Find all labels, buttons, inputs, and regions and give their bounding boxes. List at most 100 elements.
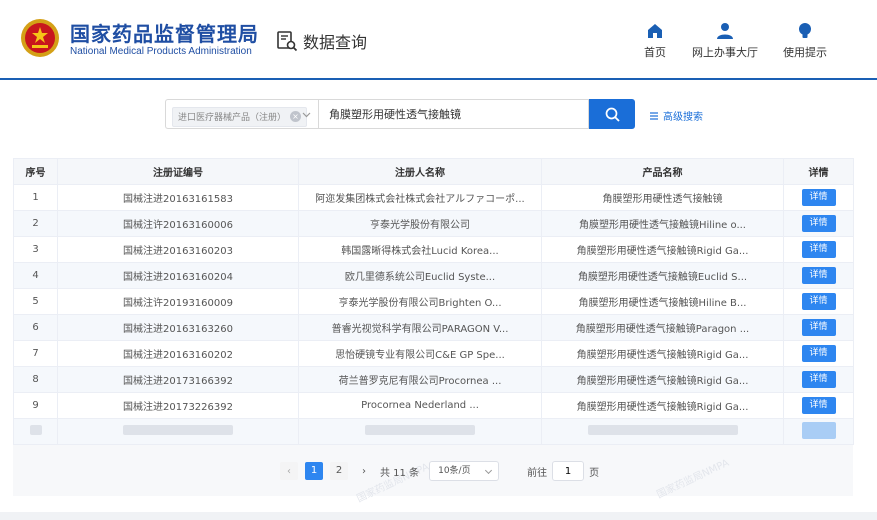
cell-product: 角膜塑形用硬性透气接触镜Rigid Ga... (541, 340, 784, 367)
table-row: 4 国械注进20163160204 欧几里德系统公司Euclid Syste..… (13, 262, 854, 289)
org-name-cn: 国家药品监督管理局 (70, 22, 259, 46)
table-row: 7 国械注进20163160202 思怡硬镜专业有限公司C&E GP Spe..… (13, 340, 854, 367)
cell-product: 角膜塑形用硬性透气接触镜 (541, 184, 784, 211)
search-icon (605, 107, 620, 122)
detail-button[interactable]: 详情 (801, 371, 836, 388)
page-size-select[interactable]: 10条/页 (429, 461, 500, 481)
cell-cert: 国械注进20163160203 (57, 236, 299, 263)
nav-online-service-hall[interactable]: 网上办事大厅 (690, 22, 760, 60)
cell-obscured (298, 418, 542, 445)
detail-button[interactable]: 详情 (801, 397, 836, 414)
cell-no: 4 (13, 262, 58, 289)
search-bar: 进口医疗器械产品（注册） × (165, 99, 635, 129)
cell-registrant: Procornea Nederland ... (298, 392, 542, 419)
search-input[interactable] (319, 99, 589, 129)
cell-registrant: 亨泰光学股份有限公司Brighten O... (298, 288, 542, 315)
cell-detail: 详情 (783, 184, 854, 211)
cell-detail: 详情 (783, 210, 854, 237)
nav-usage-tips[interactable]: 使用提示 (780, 22, 830, 60)
cell-detail: 详情 (783, 392, 854, 419)
nav-help-label: 使用提示 (783, 46, 827, 59)
search-button[interactable] (589, 99, 635, 129)
cell-cert: 国械注进20163161583 (57, 184, 299, 211)
advanced-search-link[interactable]: 高级搜索 (649, 108, 703, 123)
cell-obscured (57, 418, 299, 445)
cell-product: 角膜塑形用硬性透气接触镜Rigid Ga... (541, 236, 784, 263)
category-select[interactable]: 进口医疗器械产品（注册） × (165, 99, 318, 129)
bulb-icon (799, 23, 811, 38)
cell-registrant: 荷兰普罗克尼有限公司Procornea ... (298, 366, 542, 393)
filter-icon (650, 111, 658, 120)
cell-product: 角膜塑形用硬性透气接触镜Euclid S... (541, 262, 784, 289)
national-emblem-icon (21, 19, 59, 57)
goto-page-input[interactable] (552, 461, 585, 481)
cell-cert: 国械注进20163160202 (57, 340, 299, 367)
cell-registrant: 思怡硬镜专业有限公司C&E GP Spe... (298, 340, 542, 367)
detail-button[interactable]: 详情 (801, 345, 836, 362)
data-query-icon (277, 31, 298, 52)
cell-registrant: 阿迩发集团株式会社株式会社アルファコーポ... (298, 184, 542, 211)
results-table: 序号 注册证编号 注册人名称 产品名称 详情 1 国械注进20163161583… (13, 158, 854, 445)
detail-button[interactable]: 详情 (801, 319, 836, 336)
cell-product: 角膜塑形用硬性透气接触镜Hiline B... (541, 288, 784, 315)
detail-button[interactable]: 详情 (801, 267, 836, 284)
cell-cert: 国械注许20193160009 (57, 288, 299, 315)
obscured-bar (123, 425, 233, 435)
page-unit-label: 页 (589, 467, 600, 479)
page-footer-strip (0, 512, 877, 520)
cell-no: 1 (13, 184, 58, 211)
col-header-cert: 注册证编号 (57, 158, 299, 185)
category-tag: 进口医疗器械产品（注册） × (172, 106, 308, 127)
page-2-button[interactable]: 2 (330, 462, 348, 480)
col-header-product: 产品名称 (541, 158, 784, 185)
cell-no: 7 (13, 340, 58, 367)
detail-button[interactable]: 详情 (801, 293, 836, 310)
tag-close-icon[interactable]: × (290, 111, 302, 122)
next-page-button[interactable]: › (355, 462, 373, 480)
cell-detail: 详情 (783, 366, 854, 393)
page-1-button[interactable]: 1 (305, 462, 323, 480)
cell-registrant: 亨泰光学股份有限公司 (298, 210, 542, 237)
cell-no: 3 (13, 236, 58, 263)
cell-cert: 国械注许20163160006 (57, 210, 299, 237)
cell-registrant: 普睿光视觉科学有限公司PARAGON V... (298, 314, 542, 341)
table-row: 1 国械注进20163161583 阿迩发集团株式会社株式会社アルファコーポ..… (13, 184, 854, 211)
user-icon (717, 23, 733, 39)
col-header-detail: 详情 (783, 158, 854, 185)
table-row: 9 国械注进20173226392 Procornea Nederland ..… (13, 392, 854, 419)
obscured-bar (365, 425, 475, 435)
table-row: 5 国械注许20193160009 亨泰光学股份有限公司Brighten O..… (13, 288, 854, 315)
cell-obscured (13, 418, 58, 445)
module-label: 数据查询 (303, 33, 368, 52)
detail-button[interactable]: 详情 (801, 241, 836, 258)
col-header-registrant: 注册人名称 (298, 158, 542, 185)
cell-cert: 国械注进20173226392 (57, 392, 299, 419)
obscured-bar (29, 425, 42, 435)
cell-no: 6 (13, 314, 58, 341)
data-query-module[interactable]: 数据查询 (275, 28, 367, 54)
cell-no: 2 (13, 210, 58, 237)
cell-obscured (541, 418, 784, 445)
table-body: 1 国械注进20163161583 阿迩发集团株式会社株式会社アルファコーポ..… (13, 184, 854, 445)
nav-home[interactable]: 首页 (640, 22, 670, 60)
cell-product: 角膜塑形用硬性透气接触镜Paragon ... (541, 314, 784, 341)
home-icon (648, 24, 662, 38)
cell-no: 8 (13, 366, 58, 393)
table-row: 3 国械注进20163160203 韩国露晰得株式会社Lucid Korea..… (13, 236, 854, 263)
cell-product: 角膜塑形用硬性透气接触镜Rigid Ga... (541, 366, 784, 393)
table-row-obscured (13, 418, 854, 445)
cell-obscured (783, 418, 854, 445)
results-panel: 序号 注册证编号 注册人名称 产品名称 详情 1 国械注进20163161583… (13, 158, 854, 505)
site-header: 国家药品监督管理局 National Medical Products Admi… (0, 0, 877, 80)
org-name-en: National Medical Products Administration (70, 46, 252, 57)
nav-home-label: 首页 (644, 46, 666, 59)
detail-button[interactable]: 详情 (801, 189, 836, 206)
table-row: 6 国械注进20163163260 普睿光视觉科学有限公司PARAGON V..… (13, 314, 854, 341)
category-tag-label: 进口医疗器械产品（注册） (178, 113, 287, 123)
detail-button[interactable]: 详情 (801, 215, 836, 232)
obscured-bar (587, 425, 738, 435)
nav-service-label: 网上办事大厅 (692, 46, 758, 59)
cell-product: 角膜塑形用硬性透气接触镜Rigid Ga... (541, 392, 784, 419)
prev-page-button[interactable]: ‹ (280, 462, 298, 480)
cell-no: 5 (13, 288, 58, 315)
